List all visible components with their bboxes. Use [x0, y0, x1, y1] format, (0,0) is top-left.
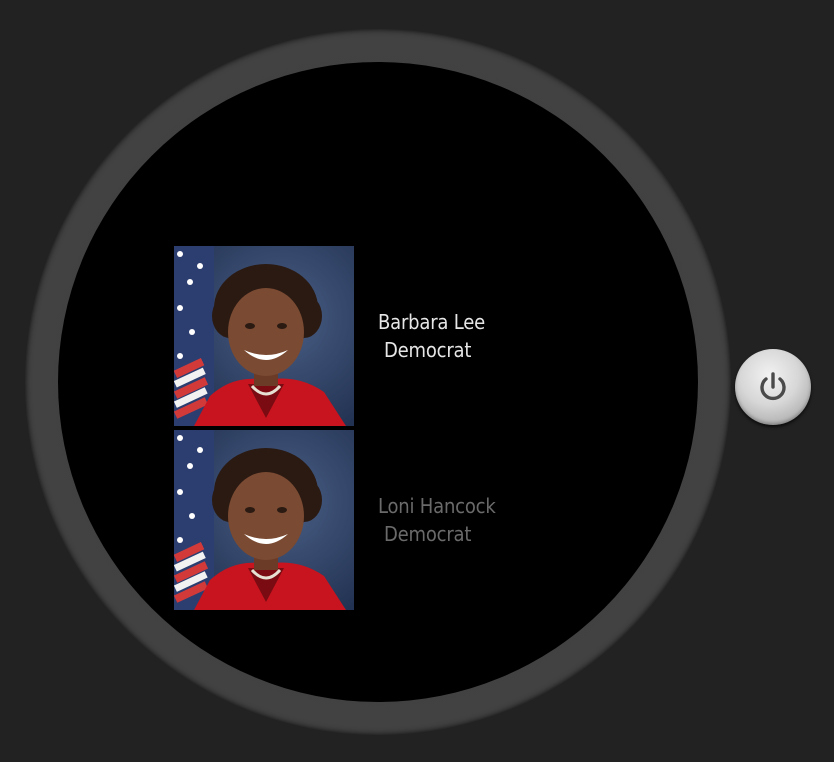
list-item[interactable]: Barbara Lee Democrat — [174, 246, 574, 426]
list-item-text: Barbara Lee Democrat — [378, 308, 485, 364]
member-party: Democrat — [384, 338, 472, 362]
portrait-photo — [174, 246, 354, 426]
list-item[interactable]: Loni Hancock Democrat — [174, 430, 574, 610]
emulator-stage: Barbara Lee Democrat Loni Hancock Democr… — [0, 0, 834, 762]
member-party: Democrat — [384, 522, 472, 546]
power-icon — [760, 372, 786, 401]
member-name: Barbara Lee — [378, 310, 485, 334]
member-name: Loni Hancock — [378, 494, 496, 518]
power-button[interactable] — [735, 349, 811, 425]
portrait-photo — [174, 430, 354, 610]
list-item-text: Loni Hancock Democrat — [378, 492, 496, 548]
watch-screen[interactable]: Barbara Lee Democrat Loni Hancock Democr… — [58, 62, 698, 702]
